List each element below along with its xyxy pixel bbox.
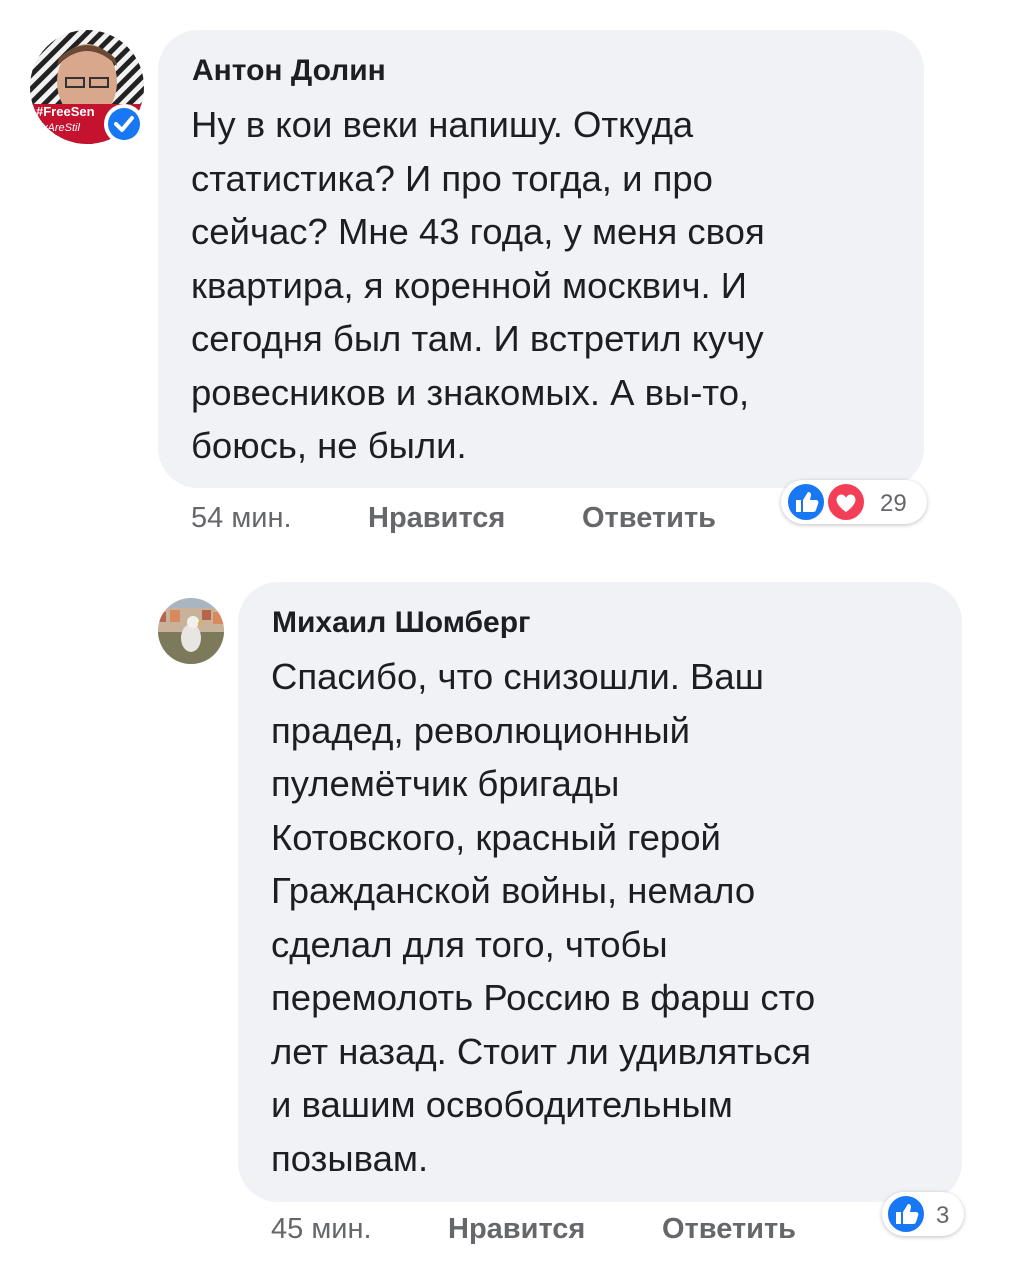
comment-author[interactable]: Антон Долин [192,54,386,88]
avatar-text-top: #FreeSen [36,104,95,119]
reply-button[interactable]: Ответить [662,1213,796,1246]
comment-author[interactable]: Михаил Шомберг [272,606,531,640]
comment-time[interactable]: 45 мин. [271,1213,372,1246]
avatar-photo [158,598,224,664]
reaction-count: 3 [936,1202,950,1229]
like-button[interactable]: Нравится [368,502,505,535]
avatar-text-bottom: yAreStil [42,122,80,134]
like-icon [786,482,826,522]
like-button[interactable]: Нравится [448,1213,585,1246]
love-icon [826,482,866,522]
comment-time[interactable]: 54 мин. [191,502,292,535]
comment-text: Ну в кои веки напишу. Откуда статистика?… [191,104,765,466]
reaction-count: 29 [880,490,907,517]
comment-text: Спасибо, что снизошли. Ваш прадед, револ… [271,656,816,1179]
verified-badge-icon [104,104,144,144]
avatar[interactable] [158,598,224,664]
like-icon [886,1194,926,1234]
reply-button[interactable]: Ответить [582,502,716,535]
